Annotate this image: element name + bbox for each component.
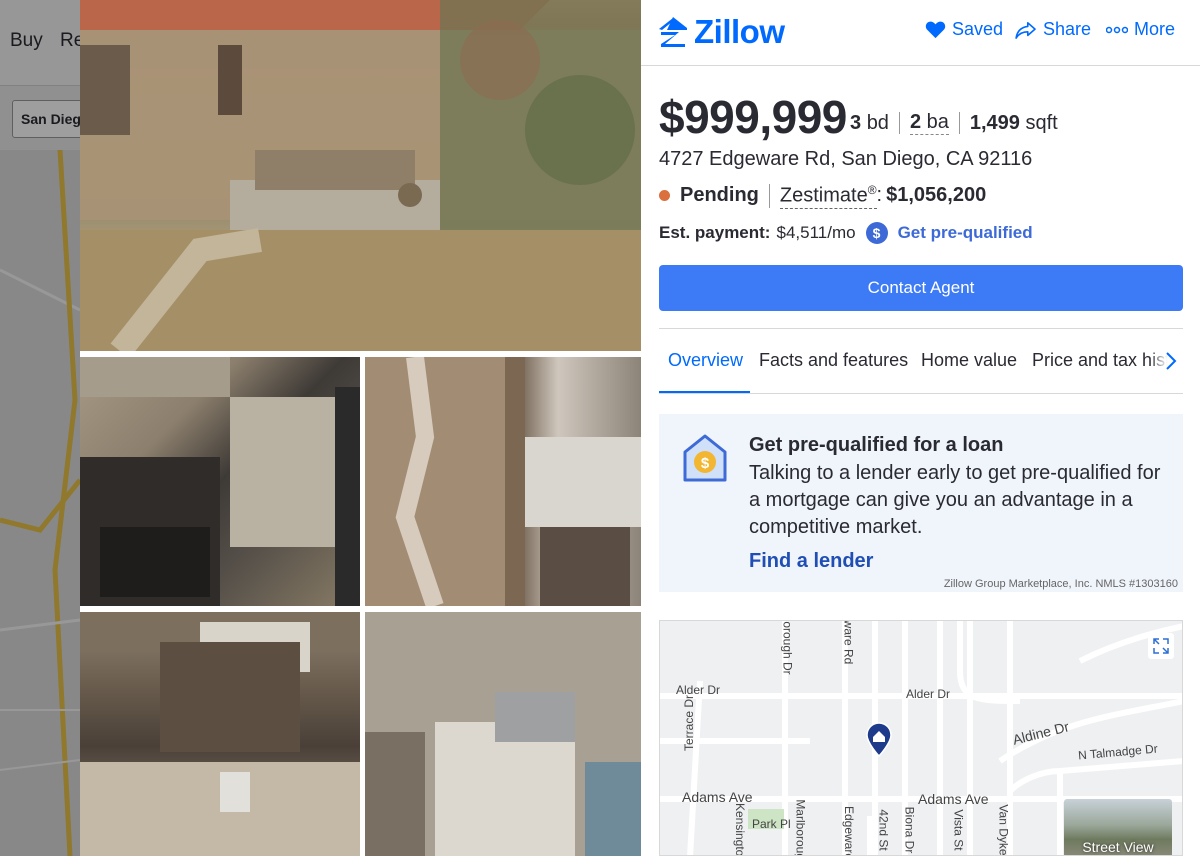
street-view-thumbnail[interactable]: Street View: [1064, 799, 1172, 855]
zillow-logo-text: Zillow: [694, 13, 785, 50]
loan-card-body: Talking to a lender early to get pre-qua…: [749, 462, 1161, 538]
saved-label: Saved: [952, 19, 1004, 39]
map-label: Adams Ave: [918, 791, 989, 807]
status-row: Pending Zestimate®: $1,056,200: [659, 183, 986, 209]
more-dots-icon: [1106, 26, 1128, 33]
dollar-icon: $: [865, 222, 888, 244]
more-label: More: [1134, 19, 1176, 39]
map-label: Terrace Dr: [682, 694, 697, 752]
loan-card-title: Get pre-qualified for a loan: [749, 434, 1004, 456]
street-view-label: Street View: [1082, 839, 1154, 855]
map-label: Marlborough: [793, 799, 808, 856]
find-lender-link[interactable]: Find a lender: [749, 550, 873, 573]
stove-photo-art: [80, 357, 360, 606]
listing-photo-peeling-wall[interactable]: [365, 357, 641, 606]
photo-gallery: [80, 0, 641, 856]
heart-icon: [925, 21, 946, 39]
zillow-logo-icon: [659, 17, 687, 47]
svg-text:$: $: [701, 455, 710, 472]
tab-facts-and-features[interactable]: Facts and features: [759, 350, 908, 371]
listing-address: 4727 Edgeware Rd, San Diego, CA 92116: [659, 148, 1033, 170]
payment-label: Est. payment:: [659, 223, 771, 242]
background-search-page: Buy Re San Diego: [0, 0, 80, 856]
map-label: Biona Dr: [902, 806, 917, 854]
tab-overview[interactable]: Overview: [668, 350, 743, 371]
nmls-disclaimer: Zillow Group Marketplace, Inc. NMLS #130…: [943, 578, 1178, 590]
status-badge: Pending: [680, 184, 759, 207]
panel-header: Zillow Saved Share More: [641, 0, 1200, 66]
map-label: ware Rd: [841, 620, 856, 665]
listing-details-panel: Zillow Saved Share More $999,999 3 bd 2 …: [641, 0, 1200, 856]
map-label: orough Dr: [780, 621, 795, 675]
listing-photo-kitchen-stove[interactable]: [80, 357, 360, 606]
tab-home-value[interactable]: Home value: [921, 350, 1017, 371]
registered-mark: ®: [867, 183, 877, 197]
share-button[interactable]: Share: [1015, 19, 1091, 40]
listing-photo-laundry[interactable]: [365, 612, 641, 856]
sqft-unit: sqft: [1025, 111, 1058, 134]
share-icon: [1015, 21, 1036, 39]
expand-icon: [1153, 638, 1169, 654]
divider: [958, 112, 960, 134]
divider: [898, 112, 900, 134]
map-label: Van Dyke: [996, 804, 1011, 856]
expand-map-button[interactable]: [1148, 633, 1174, 659]
exterior-photo-art: [80, 0, 641, 351]
home-location-pin-icon[interactable]: [865, 721, 893, 757]
map-label: Kensington: [733, 802, 748, 856]
payment-value: $4,511/mo: [776, 223, 856, 242]
more-button[interactable]: More: [1106, 19, 1175, 40]
map-label: 42nd St: [876, 809, 891, 851]
map-label: Alder Dr: [906, 687, 951, 701]
baths-unit: ba: [926, 111, 949, 133]
pending-status-dot-icon: [659, 190, 670, 202]
payment-row: Est. payment: $4,511/mo $ Get pre-qualif…: [659, 222, 1033, 244]
zestimate-label-text: Zestimate: [779, 184, 868, 207]
chevron-right-icon[interactable]: [1165, 351, 1177, 371]
share-label: Share: [1043, 19, 1092, 39]
listing-tabs: Overview Facts and features Home value P…: [659, 328, 1183, 394]
map-label: Vista St: [951, 809, 966, 851]
sink-photo-art: [80, 612, 360, 856]
zestimate-colon: :: [876, 184, 883, 207]
zestimate-value: $1,056,200: [886, 184, 987, 207]
listing-price: $999,999: [659, 91, 847, 143]
location-map[interactable]: Alder Dr Alder Dr Aldine Dr N Talmadge D…: [659, 620, 1183, 856]
beds-count: 3: [850, 111, 862, 134]
map-label: Edgeware: [842, 805, 857, 856]
sqft-count: 1,499: [969, 111, 1020, 134]
zestimate-link[interactable]: Zestimate®: [779, 183, 877, 209]
laundry-photo-art: [365, 612, 641, 856]
beds-unit: bd: [866, 111, 889, 134]
baths-count: 2: [909, 111, 922, 133]
zillow-logo[interactable]: Zillow: [658, 14, 785, 50]
contact-agent-button[interactable]: Contact Agent: [659, 265, 1183, 311]
house-dollar-icon: $: [683, 434, 727, 482]
wall-photo-art: [365, 357, 641, 606]
saved-button[interactable]: Saved: [925, 19, 1003, 40]
map-label: Park Pl: [752, 817, 791, 831]
active-tab-indicator: [659, 391, 750, 393]
divider: [768, 183, 770, 208]
get-prequalified-link[interactable]: Get pre-qualified: [898, 223, 1033, 243]
listing-photo-kitchen-sink[interactable]: [80, 612, 360, 856]
overlay-dim[interactable]: [0, 0, 80, 856]
prequalify-loan-card: $ Get pre-qualified for a loan Talking t…: [659, 414, 1183, 592]
baths-info[interactable]: 2 ba: [909, 111, 949, 135]
listing-photo-exterior[interactable]: [80, 0, 641, 351]
listing-facts-row: 3 bd 2 ba 1,499 sqft: [850, 111, 1058, 135]
